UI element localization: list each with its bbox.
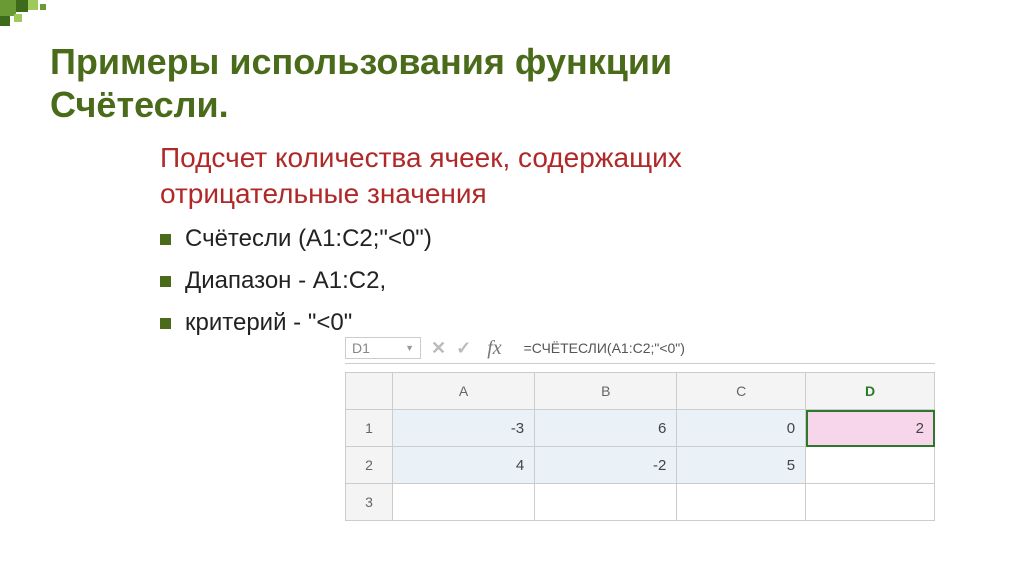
cell-B3[interactable] xyxy=(535,484,677,521)
cell-B1[interactable]: 6 xyxy=(535,410,677,447)
row-header-2[interactable]: 2 xyxy=(346,447,393,484)
bullet-text: Диапазон - А1:С2, xyxy=(185,267,386,295)
bullet-text: Счётесли (A1:С2;"<0") xyxy=(185,225,432,253)
row-header-3[interactable]: 3 xyxy=(346,484,393,521)
bullet-icon xyxy=(160,318,171,329)
slide-title: Примеры использования функции Счётесли. xyxy=(50,40,672,126)
bullet-item: Диапазон - А1:С2, xyxy=(160,267,432,295)
table-row: 2 4 -2 5 xyxy=(346,447,935,484)
title-line-2: Счётесли. xyxy=(50,83,672,126)
cancel-icon[interactable]: ✕ xyxy=(431,338,446,359)
cell-C3[interactable] xyxy=(677,484,806,521)
bullet-text: критерий - "<0" xyxy=(185,309,352,337)
row-header-1[interactable]: 1 xyxy=(346,410,393,447)
bullet-icon xyxy=(160,234,171,245)
formula-input[interactable]: =СЧЁТЕСЛИ(A1:C2;"<0") xyxy=(518,338,935,358)
excel-snippet: D1 ▼ ✕ ✓ fx =СЧЁТЕСЛИ(A1:C2;"<0") A B C … xyxy=(345,333,935,521)
select-all-corner[interactable] xyxy=(346,373,393,410)
cell-A1[interactable]: -3 xyxy=(393,410,535,447)
col-header-A[interactable]: A xyxy=(393,373,535,410)
cell-A2[interactable]: 4 xyxy=(393,447,535,484)
bullet-icon xyxy=(160,276,171,287)
table-row: 1 -3 6 0 2 xyxy=(346,410,935,447)
dropdown-icon: ▼ xyxy=(405,343,414,353)
cell-B2[interactable]: -2 xyxy=(535,447,677,484)
cell-C1[interactable]: 0 xyxy=(677,410,806,447)
title-line-1: Примеры использования функции xyxy=(50,40,672,83)
enter-icon[interactable]: ✓ xyxy=(456,338,471,359)
cell-A3[interactable] xyxy=(393,484,535,521)
spreadsheet-grid: A B C D 1 -3 6 0 2 2 4 -2 5 3 xyxy=(345,372,935,521)
fx-icon[interactable]: fx xyxy=(487,337,501,360)
table-row: 3 xyxy=(346,484,935,521)
subtitle-line-2: отрицательные значения xyxy=(160,176,682,212)
bullet-item: Счётесли (A1:С2;"<0") xyxy=(160,225,432,253)
corner-decoration xyxy=(0,0,60,30)
col-header-C[interactable]: C xyxy=(677,373,806,410)
cell-C2[interactable]: 5 xyxy=(677,447,806,484)
subtitle-line-1: Подсчет количества ячеек, содержащих xyxy=(160,140,682,176)
name-box-value: D1 xyxy=(352,340,370,356)
header-row: A B C D xyxy=(346,373,935,410)
col-header-D[interactable]: D xyxy=(806,373,935,410)
name-box[interactable]: D1 ▼ xyxy=(345,337,421,359)
cell-D2[interactable] xyxy=(806,447,935,484)
cell-D3[interactable] xyxy=(806,484,935,521)
formula-bar: D1 ▼ ✕ ✓ fx =СЧЁТЕСЛИ(A1:C2;"<0") xyxy=(345,333,935,364)
slide-subtitle: Подсчет количества ячеек, содержащих отр… xyxy=(160,140,682,213)
formula-bar-buttons: ✕ ✓ fx xyxy=(421,337,518,360)
cell-D1[interactable]: 2 xyxy=(806,410,935,447)
col-header-B[interactable]: B xyxy=(535,373,677,410)
